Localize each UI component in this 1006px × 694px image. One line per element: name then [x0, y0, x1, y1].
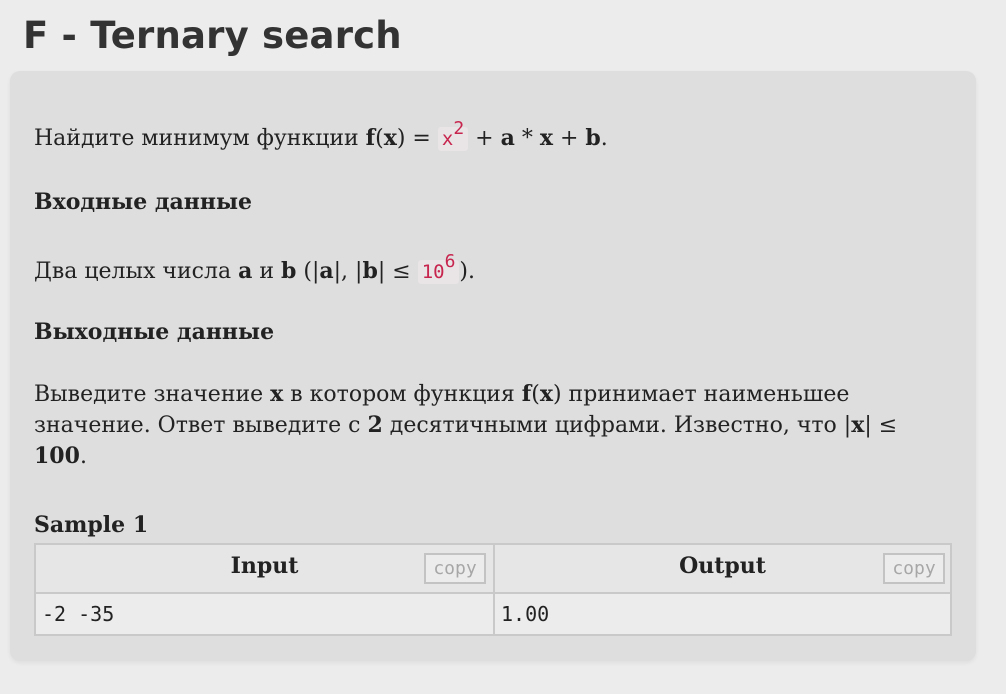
statement-text: десятичными цифрами. Известно, что |: [382, 413, 852, 438]
statement-text: (|: [296, 259, 320, 284]
statement-bold: a: [238, 258, 253, 284]
statement-text: и: [252, 259, 281, 284]
output-paragraph: Выведите значение x в котором функция f(…: [34, 379, 954, 472]
sample-output-header: Output copy: [495, 545, 950, 594]
sample-label: Sample 1: [34, 512, 149, 538]
statement-text: |, |: [333, 259, 363, 284]
formula-exponent: 6: [444, 250, 456, 272]
statement-bold: x: [851, 412, 865, 438]
statement-bold: x: [270, 381, 284, 407]
statement-text: | ≤: [864, 413, 898, 438]
sample-input-cell: -2 -35: [36, 594, 493, 634]
statement-text: .: [79, 444, 87, 469]
statement-bold: x: [383, 125, 397, 151]
statement-bold: a: [500, 125, 515, 151]
problem-panel: Найдите минимум функции f(x) = x2 + a * …: [10, 71, 976, 661]
copy-output-button[interactable]: copy: [883, 553, 945, 584]
statement-text: .: [600, 126, 608, 151]
statement-text: в котором функция: [283, 382, 522, 407]
statement-text: Выведите значение: [34, 382, 271, 407]
sample-output-value: 1.00: [501, 602, 550, 626]
sample-input-header: Input copy: [36, 545, 493, 594]
statement-bold: 2: [367, 412, 383, 438]
formula-exponent: 2: [453, 117, 465, 139]
statement-bold: b: [585, 125, 601, 151]
statement-paragraph: Найдите минимум функции f(x) = x2 + a * …: [34, 119, 608, 155]
sample-table: Input copy -2 -35 Output copy 1.00: [34, 543, 952, 636]
statement-bold: a: [319, 258, 334, 284]
sample-output-cell: 1.00: [495, 594, 950, 634]
statement-text: ).: [459, 259, 475, 284]
statement-bold: b: [362, 258, 378, 284]
sample-output-column: Output copy 1.00: [495, 545, 950, 634]
formula-code: 106: [417, 252, 460, 284]
copy-input-button[interactable]: copy: [424, 553, 486, 584]
statement-text: *: [514, 126, 540, 151]
statement-text: Два целых числа: [34, 259, 239, 284]
statement-text: (: [375, 126, 384, 151]
page-title: F - Ternary search: [23, 14, 402, 57]
sample-input-column: Input copy -2 -35: [36, 545, 495, 634]
formula-code: x2: [437, 119, 469, 151]
statement-bold: b: [280, 258, 297, 284]
statement-bold: x: [539, 381, 553, 407]
statement-bold: f: [365, 125, 376, 151]
statement-text: | ≤: [377, 259, 418, 284]
input-paragraph: Два целых числа a и b (|a|, |b| ≤ 106).: [34, 252, 475, 288]
input-heading: Входные данные: [34, 189, 253, 215]
statement-text: (: [531, 382, 540, 407]
statement-text: Найдите минимум функции: [34, 126, 366, 151]
statement-bold: 100: [34, 443, 80, 469]
statement-bold: f: [521, 381, 532, 407]
formula-base: x: [441, 128, 454, 150]
output-heading: Выходные данные: [34, 319, 275, 345]
statement-text: ) =: [396, 126, 438, 151]
sample-input-value: -2 -35: [42, 602, 115, 626]
formula-base: 10: [421, 261, 445, 283]
statement-bold: x: [539, 125, 553, 151]
statement-text: +: [552, 126, 586, 151]
output-header-label: Output: [679, 553, 766, 579]
statement-text: +: [468, 126, 501, 151]
